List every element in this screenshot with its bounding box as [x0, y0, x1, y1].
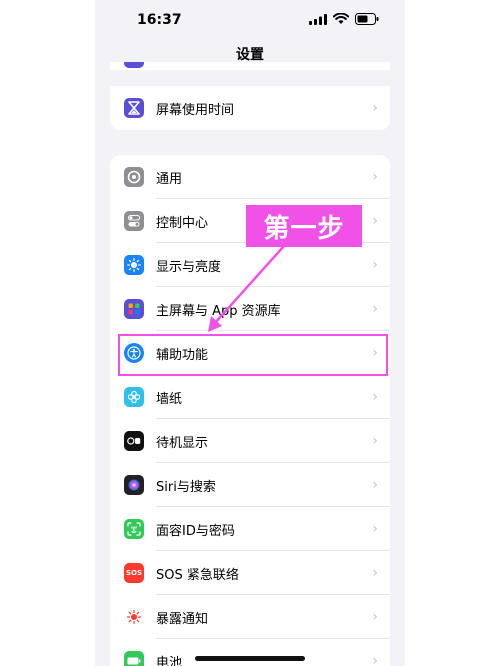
settings-row-display-brightness[interactable]: 显示与亮度 › [110, 243, 390, 287]
flower-icon [124, 387, 144, 407]
signal-icon [309, 13, 327, 25]
hourglass-icon [124, 98, 144, 118]
settings-row-faceid-passcode[interactable]: 面容ID与密码 › [110, 507, 390, 551]
highlight-box [118, 334, 388, 376]
settings-row-siri-search[interactable]: Siri与搜索 › [110, 463, 390, 507]
settings-row-label: 墙纸 [156, 391, 183, 407]
settings-row-label: 待机显示 [156, 435, 209, 451]
settings-row-general[interactable]: 通用 › [110, 155, 390, 199]
grid-icon [124, 299, 144, 319]
chevron-right-icon: › [372, 100, 378, 116]
settings-row-label: SOS 紧急联络 [156, 567, 239, 583]
wifi-icon [333, 13, 349, 24]
sos-icon: SOS [124, 563, 144, 583]
chevron-right-icon: › [372, 609, 378, 625]
settings-row-label: 控制中心 [156, 215, 209, 231]
chevron-right-icon: › [372, 257, 378, 273]
settings-row-standby[interactable]: 待机显示 › [110, 419, 390, 463]
clipped-row [110, 62, 390, 70]
settings-row-label: 主屏幕与 App 资源库 [156, 303, 281, 319]
status-bar: 16:37 [95, 0, 405, 40]
clipped-row-icon [124, 62, 144, 68]
settings-row-exposure-notifications[interactable]: 暴露通知 › [110, 595, 390, 639]
chevron-right-icon: › [372, 301, 378, 317]
settings-row-label: 屏幕使用时间 [156, 102, 235, 118]
settings-row-battery[interactable]: 电池 › [110, 639, 390, 666]
status-icons [309, 13, 379, 25]
page-title: 设置 [236, 47, 264, 63]
settings-screen: 16:37 设置 屏幕使用时间 › 通用 › 控制中心 › 显示与亮度 › 主屏… [95, 0, 405, 666]
chevron-right-icon: › [372, 521, 378, 537]
chevron-right-icon: › [372, 169, 378, 185]
sun-icon [124, 255, 144, 275]
chevron-right-icon: › [372, 653, 378, 666]
chevron-right-icon: › [372, 213, 378, 229]
settings-row-label: 显示与亮度 [156, 259, 222, 275]
settings-row-label: 暴露通知 [156, 611, 209, 627]
exposure-icon [124, 607, 144, 627]
standby-icon [124, 431, 144, 451]
chevron-right-icon: › [372, 389, 378, 405]
settings-row-wallpaper[interactable]: 墙纸 › [110, 375, 390, 419]
settings-row-home-screen[interactable]: 主屏幕与 App 资源库 › [110, 287, 390, 331]
chevron-right-icon: › [372, 433, 378, 449]
chevron-right-icon: › [372, 477, 378, 493]
home-indicator [195, 656, 305, 661]
settings-row-label: 面容ID与密码 [156, 523, 235, 539]
chevron-right-icon: › [372, 565, 378, 581]
settings-row-label: 电池 [156, 655, 183, 666]
faceid-icon [124, 519, 144, 539]
status-time: 16:37 [137, 12, 182, 28]
siri-icon [124, 475, 144, 495]
settings-row-screen-time[interactable]: 屏幕使用时间 › [110, 86, 390, 130]
settings-row-label: 通用 [156, 171, 183, 187]
gear-icon [124, 167, 144, 187]
annotation-label: 第一步 [246, 205, 362, 247]
battery-status-icon [355, 13, 379, 25]
settings-row-emergency-sos[interactable]: SOS SOS 紧急联络 › [110, 551, 390, 595]
settings-row-label: Siri与搜索 [156, 479, 216, 495]
screen-time-group: 屏幕使用时间 › [110, 86, 390, 130]
toggle-icon [124, 211, 144, 231]
battery-icon [124, 651, 144, 666]
